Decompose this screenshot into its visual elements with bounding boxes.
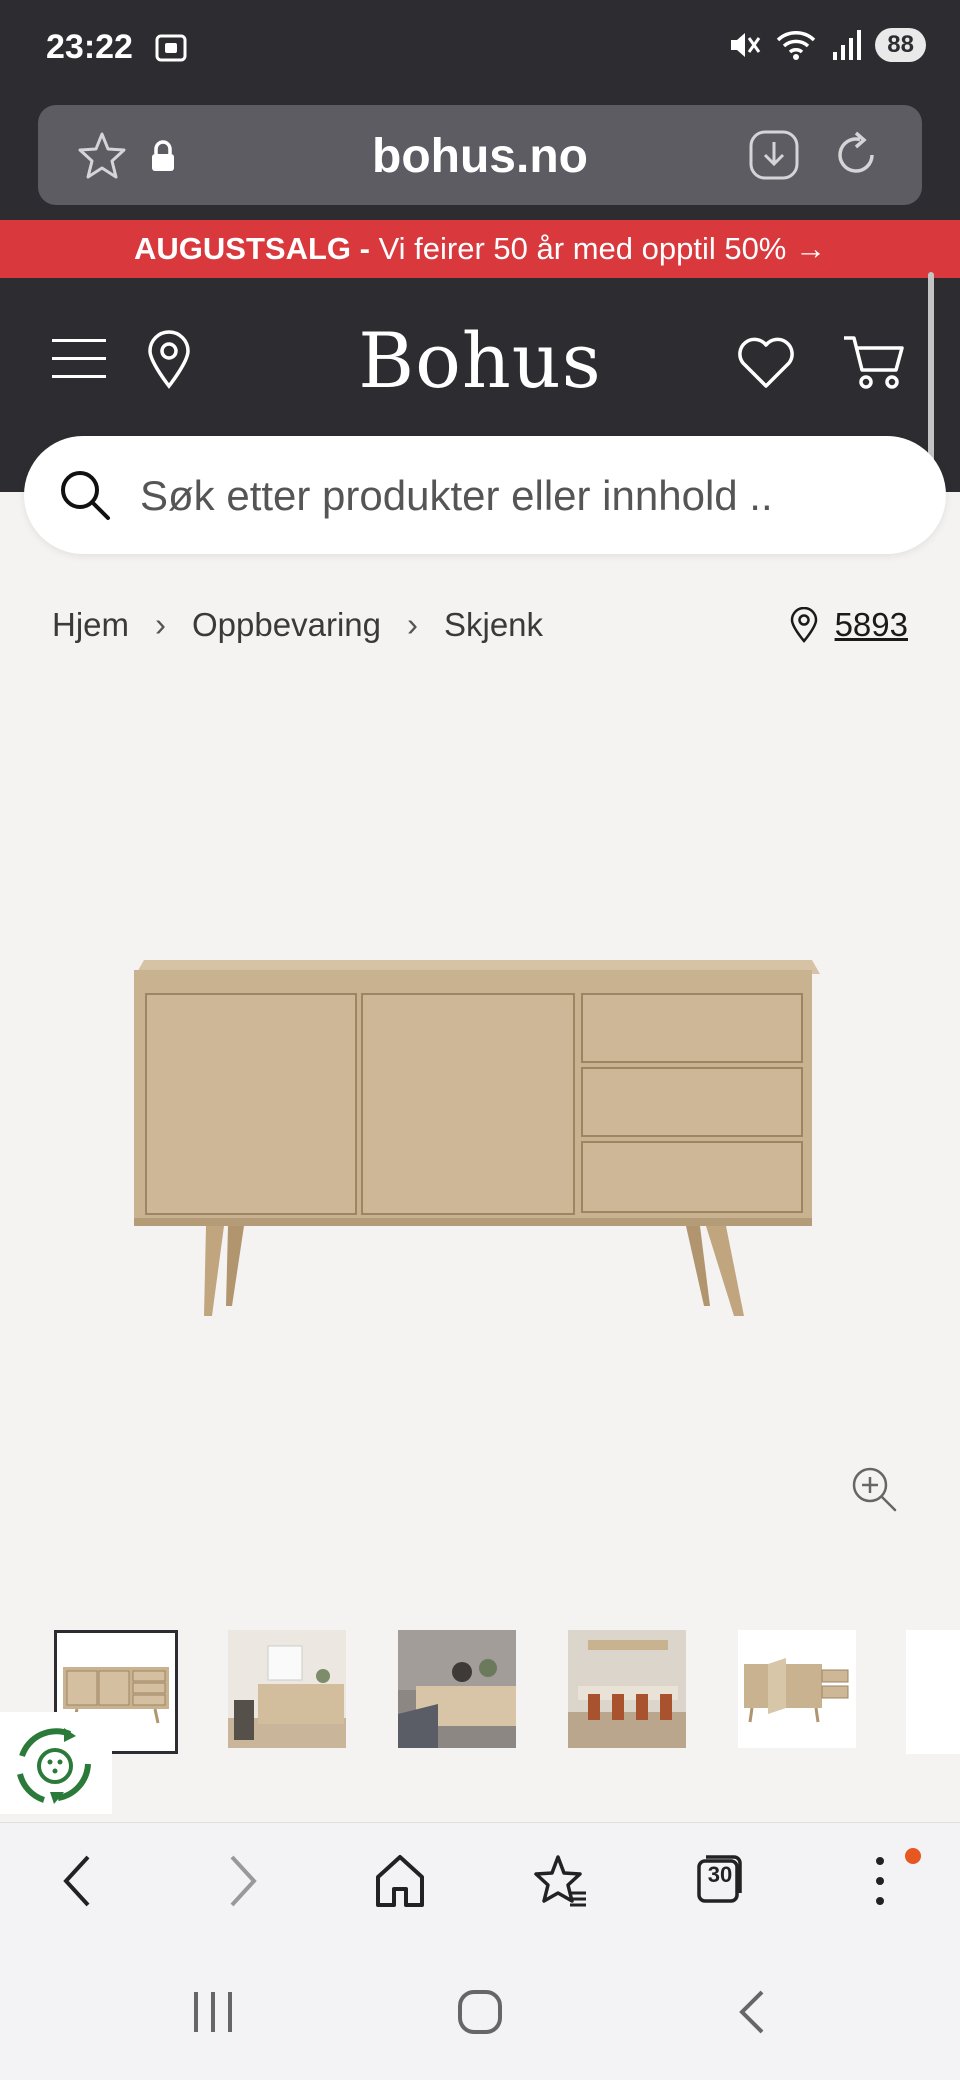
more-options-icon[interactable]: [868, 1853, 892, 1909]
system-back-icon[interactable]: [734, 1988, 768, 2036]
bookmarks-icon[interactable]: [532, 1853, 588, 1909]
site-logo[interactable]: Bohus: [0, 316, 960, 405]
signal-icon: [833, 30, 862, 60]
status-time: 23:22: [46, 28, 133, 66]
browser-bottom-nav: 30: [0, 1822, 960, 1952]
browser-toolbar: bohus.no: [0, 100, 960, 220]
status-bar: 23:22 88: [0, 0, 960, 100]
zoom-icon[interactable]: [850, 1465, 898, 1513]
forward-icon[interactable]: [222, 1853, 262, 1909]
tab-count: 30: [707, 1862, 733, 1887]
breadcrumb: Hjem › Oppbevaring › Skjenk: [52, 606, 543, 644]
promo-banner[interactable]: AUGUSTSALG - Vi feirer 50 år med opptil …: [0, 220, 960, 278]
heart-icon[interactable]: [736, 336, 796, 390]
search-icon: [61, 471, 110, 520]
location-pin-icon: [790, 607, 817, 643]
breadcrumb-sideboard[interactable]: Skjenk: [444, 606, 543, 644]
mute-icon: [731, 33, 761, 57]
breadcrumb-separator: ›: [406, 606, 418, 643]
home-button-icon[interactable]: [456, 1988, 504, 2036]
reload-icon[interactable]: [830, 129, 882, 181]
thumbnail-4[interactable]: [568, 1630, 692, 1754]
store-selector[interactable]: 5893: [789, 606, 908, 644]
back-icon[interactable]: [58, 1853, 98, 1909]
tabs-button[interactable]: 30: [696, 1853, 744, 1905]
recent-apps-icon[interactable]: [190, 1990, 236, 2034]
system-nav: [0, 1952, 960, 2080]
wifi-icon: [777, 31, 816, 60]
thumbnail-2[interactable]: [228, 1630, 352, 1754]
thumbnail-strip: [54, 1630, 960, 1758]
breadcrumb-home[interactable]: Hjem: [52, 606, 129, 644]
download-icon[interactable]: [748, 129, 800, 181]
thumbnail-6[interactable]: [906, 1630, 960, 1754]
product-image[interactable]: [120, 960, 830, 1330]
eco-badge[interactable]: [0, 1712, 112, 1814]
thumbnail-5[interactable]: [738, 1630, 862, 1754]
promo-text: Vi feirer 50 år med opptil 50% →: [378, 231, 826, 266]
search-placeholder: Søk etter produkter eller innhold ..: [140, 472, 773, 519]
notification-dot: [905, 1848, 921, 1864]
recycle-icon: [17, 1728, 91, 1804]
search-input[interactable]: Søk etter produkter eller innhold ..: [24, 436, 946, 554]
store-number[interactable]: 5893: [835, 606, 908, 644]
battery-indicator: 88: [875, 28, 926, 62]
breadcrumb-separator: ›: [155, 606, 167, 643]
thumbnail-3[interactable]: [398, 1630, 522, 1754]
status-right: 88: [727, 28, 926, 62]
breadcrumb-storage[interactable]: Oppbevaring: [192, 606, 381, 644]
home-icon[interactable]: [374, 1853, 426, 1909]
cart-icon[interactable]: [842, 332, 906, 392]
promo-bold: AUGUSTSALG -: [134, 231, 370, 266]
screenshot-icon: [155, 34, 187, 62]
address-bar[interactable]: bohus.no: [38, 105, 922, 205]
